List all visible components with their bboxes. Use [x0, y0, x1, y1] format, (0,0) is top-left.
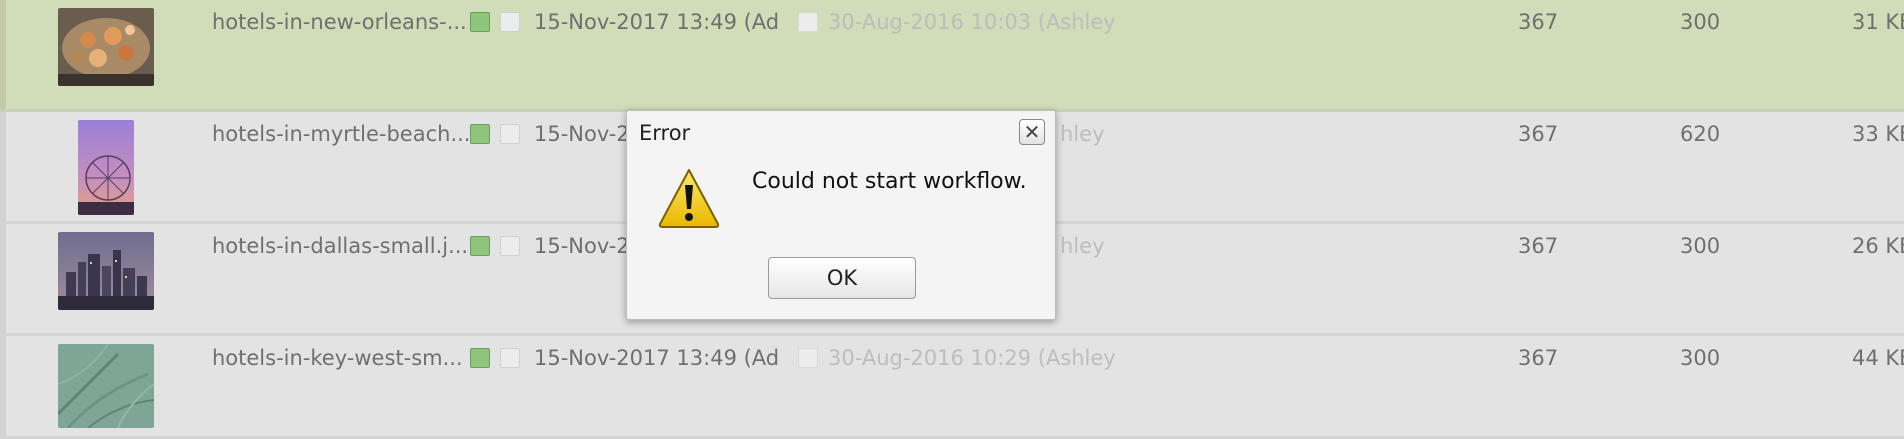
thumbnail-ferris-wheel-photo[interactable]: [78, 120, 134, 215]
file-name[interactable]: hotels-in-dallas-small.j...: [212, 234, 468, 258]
thumbnail-palm-leaf-photo[interactable]: [58, 344, 154, 428]
file-name[interactable]: hotels-in-key-west-sm...: [212, 346, 463, 370]
created-date: hley: [1060, 234, 1105, 258]
error-message: Could not start workflow.: [752, 169, 1027, 194]
status-grey-checkbox[interactable]: [500, 124, 520, 144]
published-checkbox[interactable]: [798, 12, 818, 32]
thumbnail-food-photo[interactable]: [58, 8, 154, 86]
file-size: 33 KB: [1852, 122, 1904, 146]
width-value: 367: [1518, 122, 1559, 146]
warning-icon: [657, 167, 721, 233]
table-row[interactable]: hotels-in-new-orleans-... 15-Nov-2017 13…: [0, 0, 1904, 112]
created-date: 30-Aug-2016 10:03 (Ashley: [828, 10, 1116, 34]
file-size: 31 KB: [1852, 10, 1904, 34]
status-grey-checkbox[interactable]: [500, 348, 520, 368]
modified-date: 15-Nov-2017 13:49 (Adm: [534, 346, 778, 370]
row-edge: [0, 112, 6, 221]
row-edge: [0, 0, 6, 109]
created-date: 30-Aug-2016 10:29 (Ashley: [828, 346, 1116, 370]
status-grey-checkbox[interactable]: [500, 236, 520, 256]
close-icon[interactable]: ✕: [1019, 119, 1045, 145]
width-value: 367: [1518, 10, 1559, 34]
status-green-checkbox[interactable]: [470, 236, 490, 256]
status-green-checkbox[interactable]: [470, 348, 490, 368]
status-green-checkbox[interactable]: [470, 12, 490, 32]
file-size: 44 KB: [1852, 346, 1904, 370]
published-checkbox[interactable]: [798, 348, 818, 368]
height-value: 300: [1680, 10, 1721, 34]
dialog-title: Error: [639, 121, 691, 145]
status-grey-checkbox[interactable]: [500, 12, 520, 32]
file-name[interactable]: hotels-in-myrtle-beach...: [212, 122, 470, 146]
created-date: hley: [1060, 122, 1105, 146]
thumbnail-skyline-photo[interactable]: [58, 232, 154, 310]
row-edge: [0, 224, 6, 333]
file-size: 26 KB: [1852, 234, 1904, 258]
file-name[interactable]: hotels-in-new-orleans-...: [212, 10, 467, 34]
row-edge: [0, 336, 6, 436]
width-value: 367: [1518, 234, 1559, 258]
height-value: 300: [1680, 346, 1721, 370]
modified-date: 15-Nov-2017 13:49 (Adm: [534, 10, 778, 34]
height-value: 300: [1680, 234, 1721, 258]
ok-button[interactable]: OK: [768, 257, 916, 299]
width-value: 367: [1518, 346, 1559, 370]
status-green-checkbox[interactable]: [470, 124, 490, 144]
error-dialog: Error ✕ Could not start workflow. OK: [626, 110, 1056, 320]
height-value: 620: [1680, 122, 1721, 146]
